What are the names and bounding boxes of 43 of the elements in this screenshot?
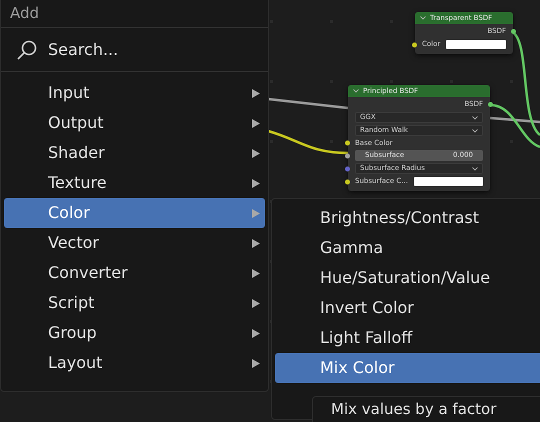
submenu-arrow-icon — [252, 298, 260, 308]
menu-item[interactable]: Layout — [4, 348, 265, 378]
socket-icon[interactable] — [488, 102, 493, 106]
socket-icon[interactable] — [345, 140, 350, 146]
chevron-icon — [353, 89, 359, 93]
submenu-arrow-icon — [252, 118, 260, 128]
socket-icon[interactable] — [511, 28, 516, 34]
socket-icon[interactable] — [412, 42, 417, 47]
menu-item[interactable]: Script — [4, 288, 265, 318]
socket-icon[interactable] — [345, 153, 350, 158]
socket-icon[interactable] — [345, 179, 350, 184]
menu-item[interactable]: Hue/Saturation/Value — [275, 263, 540, 293]
menu-item[interactable]: Output — [4, 108, 265, 138]
chevron-icon — [472, 166, 478, 170]
chevron-icon — [472, 116, 478, 120]
menu-item[interactable]: Light Falloff — [275, 323, 540, 353]
submenu-arrow-icon — [252, 178, 260, 188]
search-item[interactable]: Search... — [1, 28, 268, 72]
chevron-icon — [472, 128, 478, 132]
menu-item[interactable]: Converter — [4, 258, 265, 288]
menu-title: Add — [10, 2, 40, 24]
submenu-arrow-icon — [252, 208, 260, 218]
tooltip: Mix values by a factor — [312, 396, 540, 422]
menu-item[interactable]: Group — [4, 318, 265, 348]
menu-item[interactable]: Texture — [4, 168, 265, 198]
submenu-arrow-icon — [252, 268, 260, 278]
menu-item[interactable]: Invert Color — [275, 293, 540, 323]
color-swatch[interactable] — [414, 177, 483, 186]
submenu-arrow-icon — [252, 358, 260, 368]
menu-item[interactable]: Input — [4, 78, 265, 108]
menu-item[interactable]: Color — [4, 198, 265, 228]
menu-item[interactable]: Vector — [4, 228, 265, 258]
search-icon — [16, 38, 38, 60]
submenu-arrow-icon — [252, 238, 260, 248]
submenu-arrow-icon — [252, 88, 260, 98]
chevron-icon — [420, 16, 426, 20]
menu-item[interactable]: Shader — [4, 138, 265, 168]
menu-item[interactable]: Mix Color — [275, 353, 540, 383]
submenu-arrow-icon — [252, 328, 260, 338]
menu-item[interactable]: Brightness/Contrast — [275, 203, 540, 233]
submenu-arrow-icon — [252, 148, 260, 158]
color-swatch[interactable] — [446, 40, 506, 49]
menu-item[interactable]: Gamma — [275, 233, 540, 263]
